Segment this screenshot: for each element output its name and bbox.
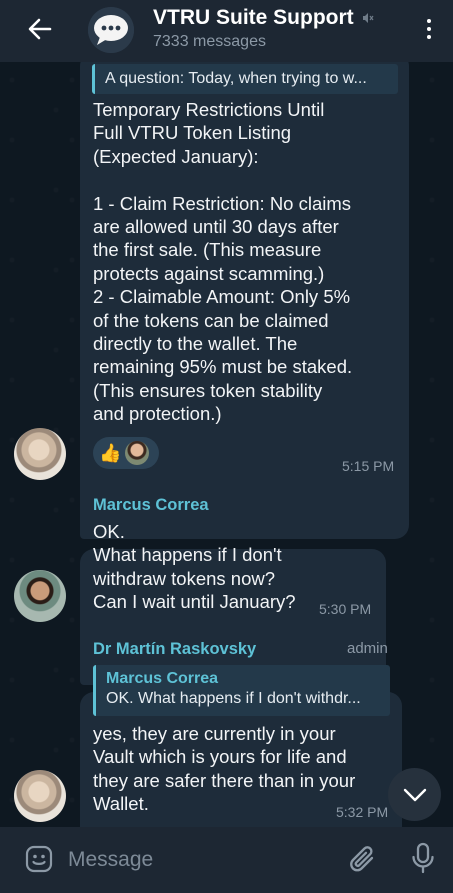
group-avatar[interactable] (88, 7, 134, 53)
microphone-icon (412, 842, 434, 874)
thumbs-up-icon: 👍 (99, 443, 122, 463)
reactor-avatar (125, 441, 150, 465)
user-avatar[interactable] (14, 570, 66, 622)
chat-title-text: VTRU Suite Support (153, 6, 354, 29)
sender-name[interactable]: Marcus Correa (93, 496, 209, 515)
user-avatar[interactable] (14, 428, 66, 480)
user-avatar[interactable] (14, 770, 66, 822)
arrow-left-icon (28, 18, 52, 40)
message-count: 7333 messages (153, 33, 266, 50)
message-time: 5:30 PM (319, 601, 372, 617)
back-button[interactable] (22, 14, 58, 44)
message-text: Temporary Restrictions Until Full VTRU T… (93, 99, 353, 425)
paperclip-icon (350, 846, 374, 872)
attach-button[interactable] (348, 843, 378, 875)
reply-preview[interactable]: Marcus Correa OK. What happens if I don'… (93, 665, 390, 716)
emoji-button[interactable] (24, 844, 54, 874)
admin-badge: admin (347, 640, 388, 657)
message-input[interactable] (68, 845, 328, 875)
chevron-down-icon (403, 788, 426, 801)
muted-speaker-icon (362, 12, 374, 24)
more-vertical-icon (427, 19, 431, 23)
chat-title[interactable]: VTRU Suite Support (153, 6, 374, 30)
message-text: yes, they are currently in your Vault wh… (93, 723, 356, 815)
reply-sender-name: Marcus Correa (106, 670, 219, 687)
message-text: OK. What happens if I don't withdraw tok… (93, 521, 296, 613)
reply-preview-text: A question: Today, when trying to w... (105, 70, 367, 87)
smiley-icon (25, 845, 53, 873)
reply-preview[interactable]: A question: Today, when trying to w... (92, 64, 398, 94)
scroll-down-button[interactable] (388, 768, 441, 821)
message-time: 5:15 PM (342, 458, 395, 474)
chat-bubble-logo-icon (88, 7, 134, 53)
chat-header: VTRU Suite Support 7333 messages (0, 0, 453, 62)
voice-message-button[interactable] (410, 841, 436, 875)
sender-name[interactable]: Dr Martín Raskovsky (93, 640, 256, 659)
message-time: 5:32 PM (336, 804, 389, 820)
message-composer (0, 827, 453, 893)
more-options-button[interactable] (419, 14, 439, 44)
chat-area[interactable]: A question: Today, when trying to w... T… (0, 62, 453, 827)
reply-preview-text: OK. What happens if I don't withdr... (106, 690, 361, 707)
reactions[interactable]: 👍 (93, 437, 159, 469)
